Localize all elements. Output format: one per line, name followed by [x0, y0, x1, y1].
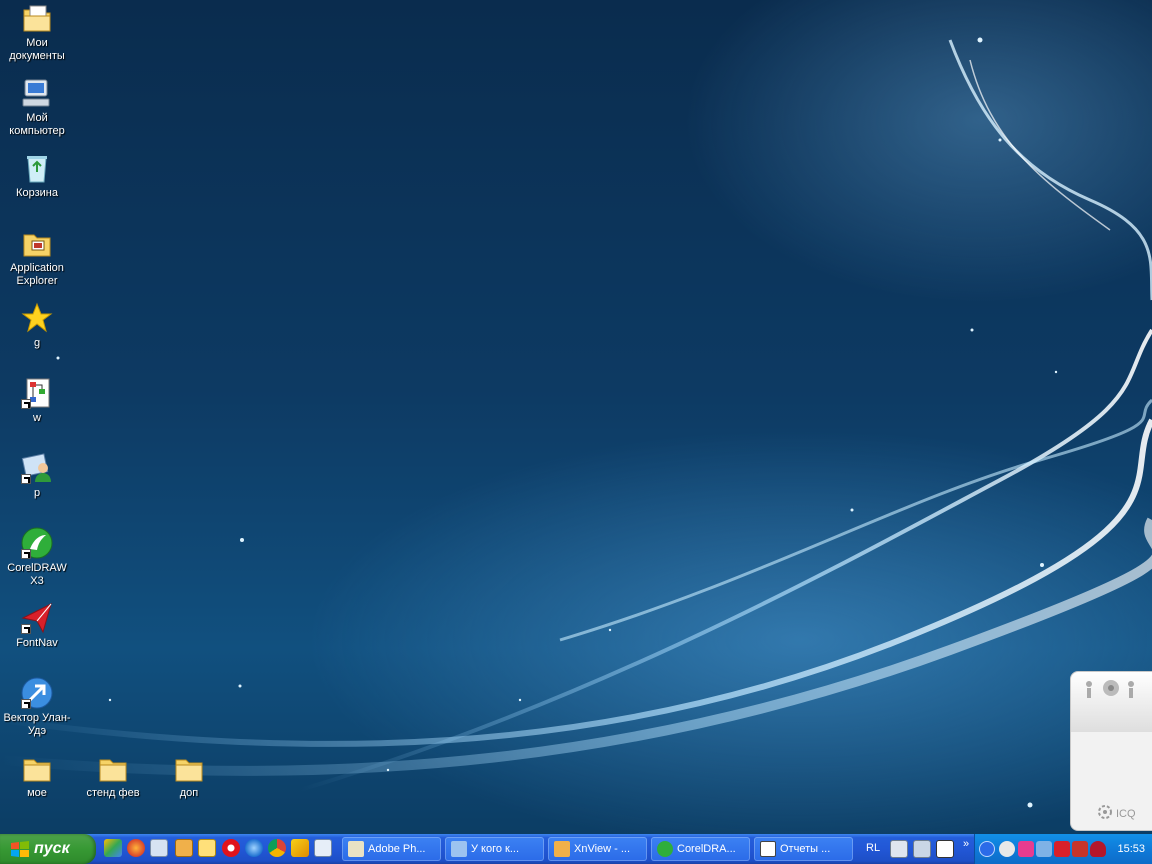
- task-label: Отчеты ...: [780, 843, 831, 855]
- windows-flag-icon: [11, 841, 29, 857]
- tray-monitor-icon[interactable]: [1072, 841, 1088, 857]
- task-label: XnView - ...: [574, 843, 631, 855]
- quick-launch-google-drive-icon[interactable]: [104, 839, 122, 857]
- desktop-icon-label: Мой компьютер: [9, 112, 65, 137]
- task-button-otchety[interactable]: Отчеты ...: [754, 837, 853, 861]
- tray-kaspersky-icon[interactable]: [1054, 841, 1070, 857]
- coreldraw-icon: [657, 841, 673, 857]
- diagram-icon: [21, 377, 53, 409]
- vector-arrow-icon: [21, 677, 53, 709]
- quick-launch-winamp-icon[interactable]: [291, 839, 309, 857]
- desktop-icon-w[interactable]: w: [0, 377, 74, 425]
- clock[interactable]: 15:53: [1117, 843, 1145, 855]
- desktop-icon-label: доп: [179, 787, 199, 799]
- quick-launch-notepad-icon[interactable]: [150, 839, 168, 857]
- document-icon: [760, 841, 776, 857]
- desktop-icon-fontnav[interactable]: FontNav: [0, 602, 74, 650]
- desktop-icon-folder-stend-fev[interactable]: стенд фев: [76, 752, 150, 800]
- start-button[interactable]: пуск: [0, 834, 96, 864]
- my-computer-icon: [21, 77, 53, 109]
- task-button-adobe-photoshop[interactable]: Adobe Ph...: [342, 837, 441, 861]
- folder-icon: [97, 752, 129, 784]
- icq-people-icon: [1086, 680, 1134, 698]
- desktop-icon-folder-dop[interactable]: доп: [152, 752, 226, 800]
- desktop-icon-label: Application Explorer: [10, 262, 64, 287]
- star-icon: [21, 302, 53, 334]
- toolbar-filter-icon[interactable]: [913, 840, 931, 858]
- fontnav-icon: [21, 602, 53, 634]
- task-button-coreldraw[interactable]: CorelDRA...: [651, 837, 750, 861]
- xnview-icon: [554, 841, 570, 857]
- start-label: пуск: [34, 840, 70, 857]
- system-tray: 15:53: [974, 834, 1152, 864]
- desktop-icon-label: стенд фев: [86, 787, 140, 799]
- desktop-icon-p[interactable]: p: [0, 452, 74, 500]
- toolbar-printer-icon[interactable]: [890, 840, 908, 858]
- desktop-icon-label: w: [33, 412, 41, 424]
- desktop-icon-label: g: [33, 337, 41, 349]
- quick-launch-xnview-icon[interactable]: [175, 839, 193, 857]
- tray-network-icon[interactable]: [1036, 841, 1052, 857]
- language-indicator[interactable]: RL: [866, 842, 880, 854]
- task-label: Adobe Ph...: [368, 843, 426, 855]
- desktop-icon-my-computer[interactable]: Мой компьютер: [0, 77, 74, 138]
- quick-launch-opera-icon[interactable]: [222, 839, 240, 857]
- quick-launch-clock-icon[interactable]: [198, 839, 216, 857]
- desktop: Мои документы Мой компьютер Корзина Appl…: [0, 0, 1152, 834]
- tray-expand-icon[interactable]: [979, 841, 995, 857]
- folder-app-icon: [21, 227, 53, 259]
- icq-gadget[interactable]: ICQ: [1070, 671, 1152, 831]
- desktop-icon-vector-ulan-ude[interactable]: Вектор Улан-Удэ: [0, 677, 74, 738]
- quick-launch-firefox-icon[interactable]: [127, 839, 145, 857]
- quick-launch-edit-icon[interactable]: [314, 839, 332, 857]
- tray-gear-icon[interactable]: [999, 841, 1015, 857]
- photoshop-icon: [348, 841, 364, 857]
- toolbar-clipboard-icon[interactable]: [936, 840, 954, 858]
- desktop-icon-application-explorer[interactable]: Application Explorer: [0, 227, 74, 288]
- window-icon: [451, 841, 467, 857]
- taskbar: пуск Adobe Ph... У кого к... XnView - ..…: [0, 834, 1152, 864]
- task-button-u-kogo[interactable]: У кого к...: [445, 837, 544, 861]
- tray-heart-icon[interactable]: [1018, 841, 1034, 857]
- my-documents-icon: [21, 2, 53, 34]
- desktop-icon-label: CorelDRAW X3: [7, 562, 67, 587]
- icq-flower-icon: [1098, 805, 1112, 819]
- shortcut-arrow-icon: [21, 624, 31, 634]
- shortcut-arrow-icon: [21, 549, 31, 559]
- desktop-icon-label: Корзина: [16, 187, 58, 199]
- desktop-icon-my-documents[interactable]: Мои документы: [0, 2, 74, 63]
- recycle-bin-icon: [21, 152, 53, 184]
- desktop-icon-label: Вектор Улан-Удэ: [3, 712, 71, 737]
- task-label: CorelDRA...: [677, 843, 736, 855]
- desktop-icon-coreldraw[interactable]: CorelDRAW X3: [0, 527, 74, 588]
- user-app-icon: [21, 452, 53, 484]
- icq-label: ICQ: [1116, 808, 1136, 820]
- folder-icon: [21, 752, 53, 784]
- shortcut-arrow-icon: [21, 474, 31, 484]
- shortcut-arrow-icon: [21, 399, 31, 409]
- desktop-icon-g[interactable]: g: [0, 302, 74, 350]
- desktop-icon-folder-moe[interactable]: мое: [0, 752, 74, 800]
- quick-launch-internet-explorer-icon[interactable]: [245, 839, 263, 857]
- task-label: У кого к...: [471, 843, 520, 855]
- wallpaper-waves: [0, 37, 1152, 808]
- toolbar-overflow-chevron-icon[interactable]: »: [963, 838, 969, 850]
- desktop-icon-label: Мои документы: [9, 37, 65, 62]
- coreldraw-icon: [21, 527, 53, 559]
- desktop-icon-label: p: [33, 487, 41, 499]
- desktop-icon-recycle-bin[interactable]: Корзина: [0, 152, 74, 200]
- desktop-icon-label: FontNav: [16, 637, 58, 649]
- tray-shield-icon[interactable]: [1090, 841, 1106, 857]
- icq-gadget-header: [1071, 672, 1152, 732]
- quick-launch-chrome-icon[interactable]: [268, 839, 286, 857]
- desktop-icon-label: мое: [27, 787, 47, 799]
- folder-icon: [173, 752, 205, 784]
- shortcut-arrow-icon: [21, 699, 31, 709]
- task-button-xnview[interactable]: XnView - ...: [548, 837, 647, 861]
